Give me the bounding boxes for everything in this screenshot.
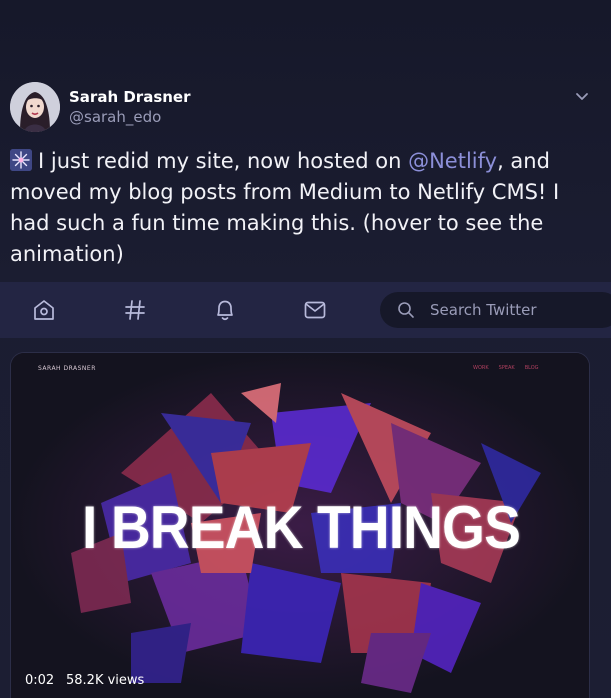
author-name[interactable]: Sarah Drasner	[69, 88, 191, 106]
site-logo: SARAH DRASNER	[38, 365, 96, 372]
video-views: 58.2K views	[66, 673, 145, 688]
site-nav-item: SPEAK	[498, 365, 515, 371]
embedded-video[interactable]: SARAH DRASNER WORK SPEAK BLOG I BREAK THIN…	[10, 352, 590, 698]
mention-link[interactable]: @Netlify	[408, 149, 497, 173]
site-nav-item: BLOG	[524, 365, 539, 371]
search-input[interactable]: Search Twitter	[380, 292, 611, 328]
tweet-page: Sarah Drasner @sarah_edo I just redid my…	[0, 0, 611, 698]
chevron-down-icon[interactable]	[572, 86, 592, 106]
site-nav-item: WORK	[473, 365, 489, 371]
explore-icon[interactable]	[121, 296, 149, 324]
video-headline: I BREAK THINGS	[82, 494, 521, 561]
author-handle[interactable]: @sarah_edo	[69, 108, 161, 126]
notifications-icon[interactable]	[211, 296, 239, 324]
search-placeholder: Search Twitter	[430, 301, 537, 319]
tweet-text: I just redid my site, now hosted on @Net…	[10, 146, 600, 270]
video-duration: 0:02	[25, 673, 55, 688]
home-icon[interactable]	[30, 296, 58, 324]
messages-icon[interactable]	[301, 296, 329, 324]
search-icon	[398, 302, 414, 318]
site-nav: WORK SPEAK BLOG	[473, 365, 549, 371]
sparkles-emoji-icon	[10, 149, 32, 171]
avatar-portrait-icon	[10, 82, 60, 132]
tweet-text-part: I just redid my site, now hosted on	[38, 149, 409, 173]
avatar[interactable]	[10, 82, 60, 132]
top-navigation-bar: Search Twitter	[0, 282, 611, 338]
